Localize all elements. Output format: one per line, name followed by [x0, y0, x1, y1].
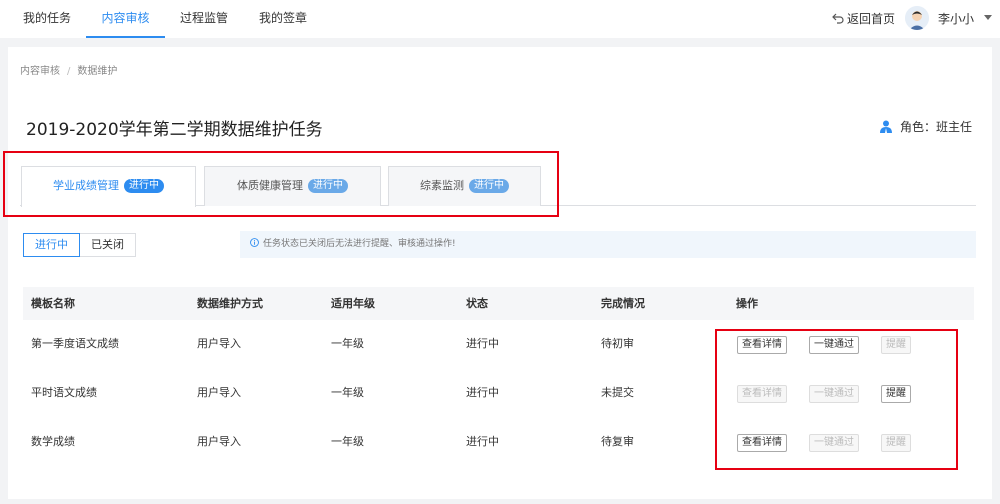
tabs-highlight-box: [3, 151, 559, 217]
notice-text: 任务状态已关闭后无法进行提醒、审核通过操作!: [263, 239, 456, 249]
nav-item-process-supervision[interactable]: 过程监管: [180, 0, 228, 38]
breadcrumb-separator: /: [67, 66, 71, 77]
cell-progress: 待复审: [601, 435, 634, 448]
column-header-template-name: 模板名称: [31, 297, 75, 310]
cell-method: 用户导入: [197, 386, 241, 399]
breadcrumb-item-content-review[interactable]: 内容审核: [20, 66, 60, 77]
cell-status: 进行中: [466, 337, 499, 350]
username[interactable]: 李小小: [938, 10, 974, 27]
table-header: 模板名称 数据维护方式 适用年级 状态 完成情况 操作: [23, 287, 974, 320]
nav-item-my-tasks[interactable]: 我的任务: [23, 0, 71, 38]
cell-template-name: 平时语文成绩: [31, 386, 97, 399]
user-icon: [880, 120, 892, 133]
filter-closed-button[interactable]: 已关闭: [80, 233, 136, 257]
column-header-actions: 操作: [736, 297, 758, 310]
cell-template-name: 数学成绩: [31, 435, 75, 448]
nav-item-my-signature[interactable]: 我的签章: [259, 0, 307, 38]
cell-status: 进行中: [466, 386, 499, 399]
back-arrow-icon: [832, 13, 844, 24]
cell-status: 进行中: [466, 435, 499, 448]
cell-progress: 待初审: [601, 337, 634, 350]
status-filter: 进行中 已关闭: [23, 233, 136, 257]
cell-method: 用户导入: [197, 337, 241, 350]
page-title: 2019-2020学年第二学期数据维护任务: [26, 120, 323, 140]
breadcrumb: 内容审核 / 数据维护: [20, 62, 117, 77]
cell-grade: 一年级: [331, 337, 364, 350]
cell-method: 用户导入: [197, 435, 241, 448]
cell-grade: 一年级: [331, 435, 364, 448]
cell-grade: 一年级: [331, 386, 364, 399]
role-label: 角色：班主任: [900, 120, 973, 134]
cell-progress: 未提交: [601, 386, 634, 399]
info-icon: [250, 238, 259, 247]
filter-in-progress-button[interactable]: 进行中: [23, 233, 80, 257]
main-panel: 内容审核 / 数据维护 2019-2020学年第二学期数据维护任务 角色：班主任 学…: [3, 47, 992, 499]
actions-highlight-box: [715, 329, 958, 470]
cell-template-name: 第一季度语文成绩: [31, 337, 119, 350]
nav-item-content-review[interactable]: 内容审核: [86, 0, 165, 38]
column-header-status: 状态: [466, 297, 488, 310]
top-nav: 我的任务 内容审核 过程监管 我的签章 返回首页 李小小: [0, 0, 1000, 38]
back-home-label: 返回首页: [847, 12, 896, 26]
avatar-icon: [905, 6, 929, 30]
notice-banner: 任务状态已关闭后无法进行提醒、审核通过操作!: [240, 231, 976, 258]
back-home-link[interactable]: 返回首页: [832, 10, 895, 27]
column-header-progress: 完成情况: [601, 297, 645, 310]
role-indicator: 角色：班主任: [880, 118, 972, 135]
column-header-method: 数据维护方式: [197, 297, 263, 310]
column-header-grade: 适用年级: [331, 297, 375, 310]
chevron-down-icon[interactable]: [984, 15, 992, 20]
breadcrumb-item-data-maintenance: 数据维护: [77, 66, 118, 77]
avatar[interactable]: [905, 6, 929, 30]
